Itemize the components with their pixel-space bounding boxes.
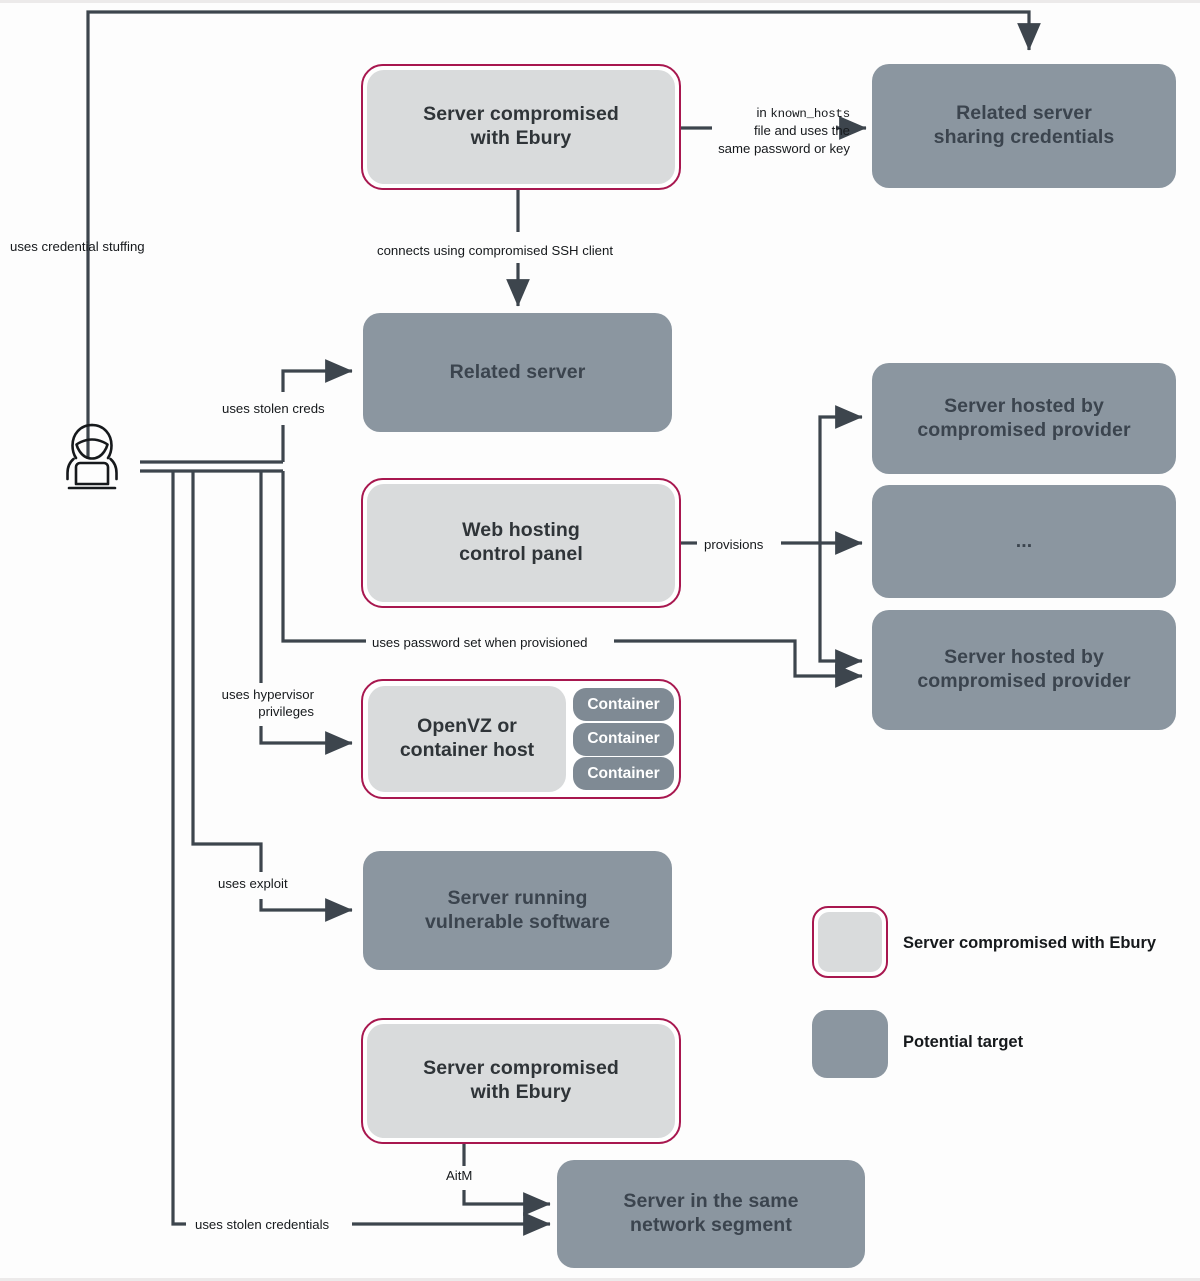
node-related-server[interactable]: Related server xyxy=(363,313,672,432)
edge-label-hypervisor-privileges: uses hypervisor privileges xyxy=(221,687,314,720)
node-label: Related server xyxy=(449,360,586,383)
container-pill[interactable]: Container xyxy=(573,722,674,756)
legend-swatch-target xyxy=(812,1010,888,1078)
node-label: Server hosted by compromised provider xyxy=(917,394,1131,441)
node-label: Server in the same network segment xyxy=(623,1190,799,1236)
edge-label-exploit: uses exploit xyxy=(218,876,288,891)
edge-label-stolen-creds: uses stolen creds xyxy=(222,401,325,416)
edge-exploit xyxy=(259,898,353,922)
edge-label-credential-stuffing: uses credential stuffing xyxy=(10,239,145,254)
container-pill[interactable]: Container xyxy=(573,688,674,721)
node-label: Server hosted by compromised provider xyxy=(917,646,1131,692)
node-label: Server compromised with Ebury xyxy=(423,1057,619,1103)
edge-password-set-left xyxy=(281,471,366,643)
node-related-server-sharing-credentials[interactable]: Related server sharing credentials xyxy=(872,64,1176,188)
edge-label-stolen-credentials: uses stolen credentials xyxy=(192,1216,333,1234)
node-label: ... xyxy=(1015,529,1033,552)
node-label: Server running vulnerable software xyxy=(424,886,611,933)
edge-hypervisor xyxy=(259,726,353,755)
diagram-canvas: Server compromised with Ebury Related se… xyxy=(0,0,1200,1281)
edge-password-set-right xyxy=(614,639,863,688)
edge-label-aitm: AitM xyxy=(446,1168,473,1183)
node-web-hosting-control-panel[interactable]: Web hosting control panel xyxy=(361,478,681,608)
node-label: Server compromised with Ebury xyxy=(423,103,619,149)
legend-swatch-ebury-fill xyxy=(818,912,882,972)
node-server-hosted-ellipsis[interactable]: ... xyxy=(872,485,1176,598)
node-label: Related server sharing credentials xyxy=(933,102,1115,148)
container-pill[interactable]: Container xyxy=(573,757,674,790)
edge-stolen-credentials-riser xyxy=(171,471,186,1226)
edge-exploit-riser xyxy=(191,471,263,872)
edge-label-ssh-client: connects using compromised SSH client xyxy=(377,243,614,258)
container-list: Container Container Container xyxy=(573,686,674,792)
node-server-compromised-ebury-top[interactable]: Server compromised with Ebury xyxy=(361,64,681,190)
edge-provisions-bottom xyxy=(818,543,863,673)
hooded-hacker-with-laptop-icon xyxy=(66,423,118,490)
node-openvz-container-host[interactable]: OpenVZ or container host Container Conta… xyxy=(361,679,681,799)
legend-label-ebury: Server compromised with Ebury xyxy=(903,934,1157,952)
node-server-compromised-ebury-bottom[interactable]: Server compromised with Ebury xyxy=(361,1018,681,1144)
edge-stolen-creds xyxy=(281,359,353,392)
edge-provisions-top xyxy=(818,405,863,543)
node-label: OpenVZ or container host xyxy=(399,715,535,761)
node-server-running-vulnerable-software[interactable]: Server running vulnerable software xyxy=(363,851,672,970)
node-label: Web hosting control panel xyxy=(459,519,583,565)
node-server-hosted-compromised-provider-top[interactable]: Server hosted by compromised provider xyxy=(872,363,1176,474)
legend-swatch-ebury xyxy=(812,906,888,978)
edge-aitm xyxy=(462,1190,551,1216)
node-server-hosted-compromised-provider-bottom[interactable]: Server hosted by compromised provider xyxy=(872,610,1176,730)
edge-label-password-set: uses password set when provisioned xyxy=(372,635,588,650)
host-main-panel: OpenVZ or container host xyxy=(368,686,566,792)
attacker-actor xyxy=(52,418,132,507)
node-server-same-network-segment[interactable]: Server in the same network segment xyxy=(557,1160,865,1268)
known-hosts-filename: known_hosts xyxy=(770,107,850,121)
edge-label-provisions: provisions xyxy=(704,537,764,552)
legend-label-target: Potential target xyxy=(903,1033,1024,1051)
edge-label-known-hosts: in known_hosts file and uses the same pa… xyxy=(718,105,850,156)
